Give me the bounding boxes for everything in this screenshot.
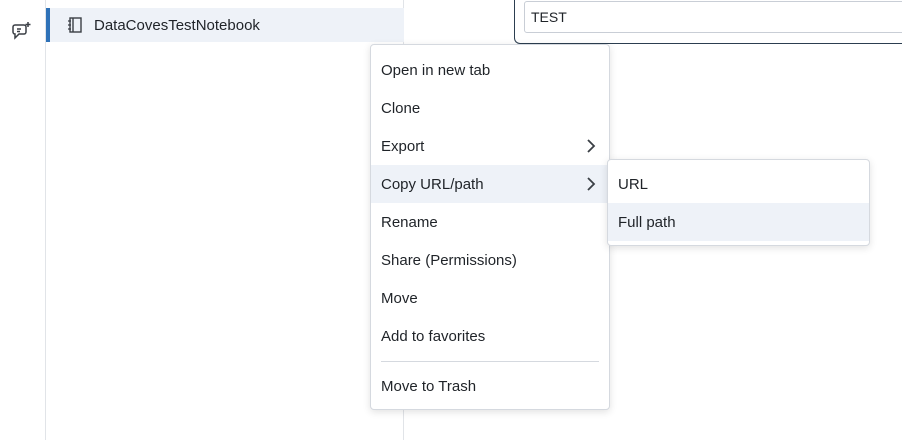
submenu-item-label: Full path [618,213,676,231]
menu-item-label: Share (Permissions) [381,251,517,269]
menu-item-export[interactable]: Export [371,127,609,165]
menu-item-share-permissions[interactable]: Share (Permissions) [371,241,609,279]
submenu-item-full-path[interactable]: Full path [608,203,869,241]
menu-item-label: Export [381,137,425,155]
menu-item-label: Move [381,289,418,307]
menu-divider [381,361,599,362]
menu-item-rename[interactable]: Rename [371,203,609,241]
menu-item-label: Move to Trash [381,377,477,395]
menu-item-label: Open in new tab [381,61,491,79]
menu-item-label: Add to favorites [381,327,486,345]
context-menu: Open in new tab Clone Export Copy URL/pa… [370,44,610,410]
copy-url-submenu: URL Full path [607,159,870,246]
menu-item-move-to-trash[interactable]: Move to Trash [371,367,609,405]
menu-item-label: Clone [381,99,421,117]
submenu-item-url[interactable]: URL [608,165,869,203]
menu-item-add-to-favorites[interactable]: Add to favorites [371,317,609,355]
tree-item-notebook[interactable]: DataCovesTestNotebook [46,8,404,42]
workspace-screen: DataCovesTestNotebook Open in new tab Cl… [0,0,902,440]
menu-item-copy-url-path[interactable]: Copy URL/path [371,165,609,203]
left-rail [0,0,46,440]
chevron-right-icon [585,139,597,153]
file-tree-panel: DataCovesTestNotebook [46,0,404,440]
menu-item-label: Rename [381,213,438,231]
tree-item-label: DataCovesTestNotebook [94,16,260,34]
chevron-right-icon [585,177,597,191]
assistant-sparkle-icon[interactable] [11,20,33,42]
notebook-icon [66,16,84,34]
menu-item-open-in-new-tab[interactable]: Open in new tab [371,51,609,89]
menu-item-label: Copy URL/path [381,175,484,193]
submenu-item-label: URL [618,175,649,193]
title-input[interactable] [524,1,902,33]
menu-item-move[interactable]: Move [371,279,609,317]
menu-item-clone[interactable]: Clone [371,89,609,127]
